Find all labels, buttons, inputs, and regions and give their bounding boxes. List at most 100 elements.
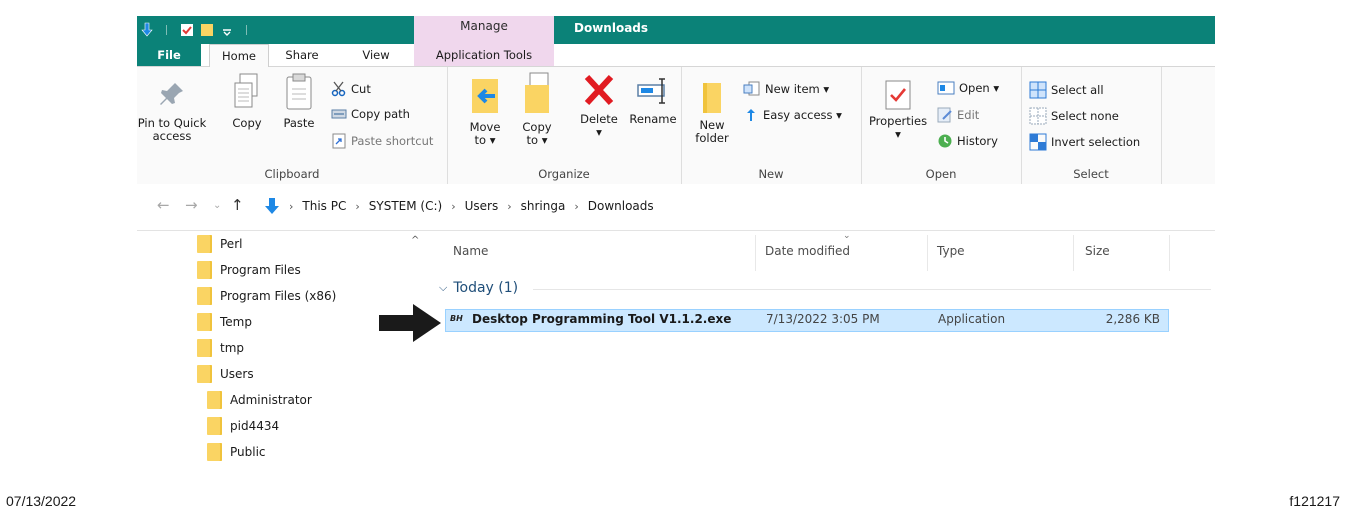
open-button[interactable]: Open ▾ [937, 81, 999, 95]
open-icon [937, 81, 955, 95]
history-button[interactable]: History [937, 133, 998, 149]
window-title: Downloads [574, 21, 649, 35]
new-folder-button[interactable]: New folder [689, 81, 735, 145]
figure-id: f121217 [1289, 493, 1340, 509]
new-folder-icon[interactable] [200, 22, 214, 38]
copy-button[interactable]: Copy [229, 71, 265, 130]
file-name: Desktop Programming Tool V1.1.2.exe [472, 312, 732, 326]
breadcrumb-users[interactable]: Users [465, 199, 499, 213]
back-arrow-icon[interactable]: ← [157, 196, 170, 214]
delete-button[interactable]: Delete ▾ [575, 73, 623, 139]
new-item-label: New item ▾ [765, 82, 830, 96]
folder-icon [197, 287, 212, 305]
folder-icon [197, 339, 212, 357]
folder-icon [207, 391, 222, 409]
sort-caret-icon: ⌄ [843, 231, 851, 241]
invert-selection-icon [1029, 133, 1047, 151]
select-none-button[interactable]: Select none [1029, 107, 1119, 125]
tree-item-administrator[interactable]: Administrator [207, 391, 312, 409]
tree-item-label: Program Files (x86) [220, 289, 337, 303]
group-header-today[interactable]: ⌵ Today (1) [439, 280, 518, 296]
file-size: 2,286 KB [1105, 312, 1160, 326]
edit-button[interactable]: Edit [937, 107, 979, 123]
folder-icon [197, 365, 212, 383]
tab-home[interactable]: Home [209, 44, 269, 68]
tree-item-perl[interactable]: Perl [197, 235, 242, 253]
breadcrumb-system-c[interactable]: SYSTEM (C:) [369, 199, 442, 213]
new-item-icon [743, 81, 760, 96]
download-arrow-icon[interactable] [140, 22, 154, 38]
breadcrumb-separator-icon: › [574, 199, 579, 213]
pin-to-quick-access-button[interactable]: Pin to Quick access [137, 79, 211, 143]
new-group-title: New [758, 167, 784, 181]
scissors-icon [331, 81, 346, 97]
copy-path-button[interactable]: Copy path [331, 107, 410, 121]
tab-view[interactable]: View [355, 44, 397, 66]
recent-locations-chevron-icon[interactable]: ⌄ [213, 200, 221, 211]
breadcrumb-separator-icon: › [451, 199, 456, 213]
paste-shortcut-button[interactable]: Paste shortcut [331, 133, 433, 149]
select-all-button[interactable]: Select all [1029, 81, 1104, 99]
tree-item-users[interactable]: Users [197, 365, 254, 383]
table-row[interactable]: BH Desktop Programming Tool V1.1.2.exe 7… [445, 309, 1169, 332]
history-label: History [957, 134, 998, 148]
ribbon-tabs: File Home Share View Application Tools [137, 44, 1215, 68]
rename-button[interactable]: Rename [627, 73, 679, 126]
new-folder-label-2: folder [695, 131, 729, 145]
forward-arrow-icon[interactable]: → [185, 196, 198, 214]
tree-item-tmp[interactable]: tmp [197, 339, 244, 357]
tree-item-label: Perl [220, 237, 243, 251]
column-header-size[interactable]: Size [1085, 244, 1110, 258]
rename-icon [637, 78, 665, 104]
column-divider[interactable] [755, 235, 756, 271]
callout-arrow-icon [379, 304, 441, 342]
easy-access-button[interactable]: Easy access ▾ [743, 107, 842, 123]
breadcrumb-this-pc[interactable]: This PC [302, 199, 346, 213]
copy-to-button[interactable]: Copy to ▾ [517, 71, 557, 147]
column-divider[interactable] [1073, 235, 1074, 271]
breadcrumb-shringa[interactable]: shringa [521, 199, 566, 213]
column-header-name[interactable]: Name [453, 244, 488, 258]
title-bar: Manage Downloads [137, 16, 1215, 66]
properties-button[interactable]: Properties ▾ [867, 79, 929, 141]
copy-to-label-1: Copy [522, 120, 552, 134]
tree-item-program-files[interactable]: Program Files [197, 261, 301, 279]
tab-share[interactable]: Share [281, 44, 323, 66]
copy-icon [234, 73, 258, 108]
breadcrumb: › This PC › SYSTEM (C:) › Users › shring… [264, 197, 654, 215]
edit-label: Edit [957, 108, 980, 122]
tree-item-temp[interactable]: Temp [197, 313, 252, 331]
tab-file[interactable]: File [137, 44, 201, 66]
new-item-button[interactable]: New item ▾ [743, 81, 829, 97]
collapse-chevron-icon: ⌵ [439, 281, 448, 294]
move-to-icon [472, 79, 498, 113]
delete-x-icon [584, 74, 614, 106]
cut-label: Cut [351, 82, 371, 96]
cut-button[interactable]: Cut [331, 81, 371, 97]
move-to-button[interactable]: Move to ▾ [465, 75, 505, 147]
properties-label: Properties [868, 114, 928, 128]
file-explorer-window: Manage Downloads File Home Share View Ap… [137, 16, 1215, 482]
copy-label: Copy [232, 116, 262, 130]
paste-shortcut-icon [332, 133, 346, 149]
up-arrow-icon[interactable]: ↑ [231, 196, 244, 214]
scroll-up-caret-icon[interactable]: ^ [411, 235, 419, 246]
tree-item-program-files-x86[interactable]: Program Files (x86) [197, 287, 336, 305]
tree-item-pid4434[interactable]: pid4434 [207, 417, 279, 435]
properties-dropdown-caret: ▾ [895, 127, 901, 141]
invert-selection-button[interactable]: Invert selection [1029, 133, 1140, 151]
properties-icon [885, 80, 911, 110]
breadcrumb-downloads[interactable]: Downloads [588, 199, 654, 213]
column-header-type[interactable]: Type [937, 244, 965, 258]
column-header-date-modified[interactable]: Date modified [765, 244, 850, 258]
properties-check-icon[interactable] [180, 22, 194, 38]
tree-item-public[interactable]: Public [207, 443, 266, 461]
paste-label: Paste [283, 116, 315, 130]
tree-item-label: Users [220, 367, 254, 381]
tab-application-tools[interactable]: Application Tools [414, 44, 554, 66]
paste-button[interactable]: Paste [279, 71, 319, 130]
customize-dropdown-icon[interactable] [220, 22, 234, 38]
folder-icon [207, 417, 222, 435]
column-divider[interactable] [1169, 235, 1170, 271]
column-divider[interactable] [927, 235, 928, 271]
